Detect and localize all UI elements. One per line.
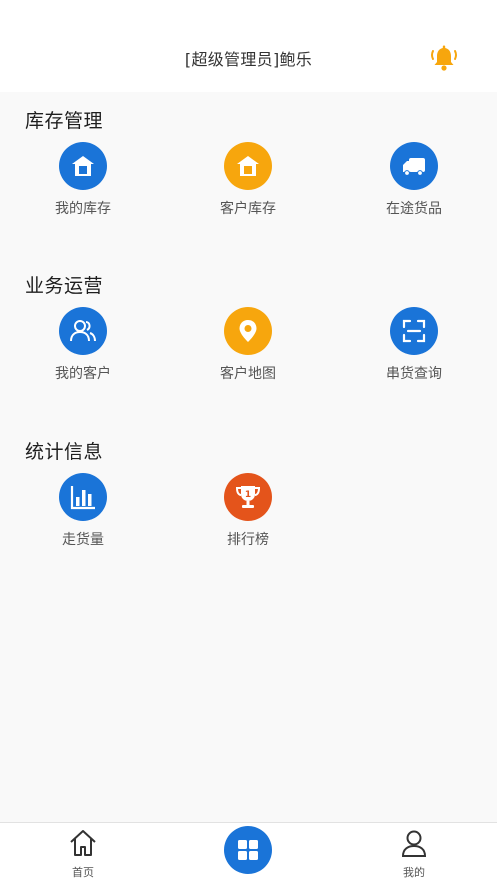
item-label: 客户库存 (220, 201, 276, 217)
item-label: 我的客户 (55, 366, 111, 382)
customer-inventory-button[interactable]: 客户库存 (183, 142, 313, 218)
users-icon (59, 307, 107, 355)
trophy-icon: 1 (224, 473, 272, 521)
cross-selling-query-button[interactable]: 串货查询 (349, 307, 479, 383)
customer-map-button[interactable]: 客户地图 (183, 307, 313, 383)
my-inventory-button[interactable]: 我的库存 (18, 142, 148, 218)
page-title: [超级管理员]鲍乐 (184, 50, 313, 69)
grid-icon (238, 840, 258, 860)
section-title: 业务运营 (25, 275, 104, 297)
bell-icon[interactable] (428, 42, 460, 74)
item-label: 在途货品 (386, 201, 442, 217)
item-label: 客户地图 (220, 366, 276, 382)
user-icon (401, 830, 427, 857)
scan-icon (390, 307, 438, 355)
item-label: 串货查询 (386, 366, 442, 382)
in-transit-goods-button[interactable]: 在途货品 (349, 142, 479, 218)
tab-label: 我的 (403, 866, 425, 879)
center-menu-button[interactable] (224, 826, 272, 874)
home-icon (70, 830, 96, 856)
tab-home[interactable]: 首页 (43, 827, 123, 880)
my-customers-button[interactable]: 我的客户 (18, 307, 148, 383)
shipment-volume-button[interactable]: 走货量 (18, 473, 148, 549)
app-header: [超级管理员]鲍乐 (0, 0, 497, 92)
map-pin-icon (224, 307, 272, 355)
truck-icon (390, 142, 438, 190)
tab-label: 首页 (72, 866, 94, 879)
tab-mine[interactable]: 我的 (374, 827, 454, 880)
item-label: 排行榜 (227, 532, 269, 548)
home-box-icon (224, 142, 272, 190)
bar-chart-icon (59, 473, 107, 521)
home-box-icon (59, 142, 107, 190)
section-title: 库存管理 (25, 110, 104, 132)
svg-text:1: 1 (245, 490, 251, 500)
item-label: 走货量 (62, 532, 104, 548)
leaderboard-button[interactable]: 1 排行榜 (183, 473, 313, 549)
item-label: 我的库存 (55, 201, 111, 217)
section-title: 统计信息 (25, 441, 104, 463)
